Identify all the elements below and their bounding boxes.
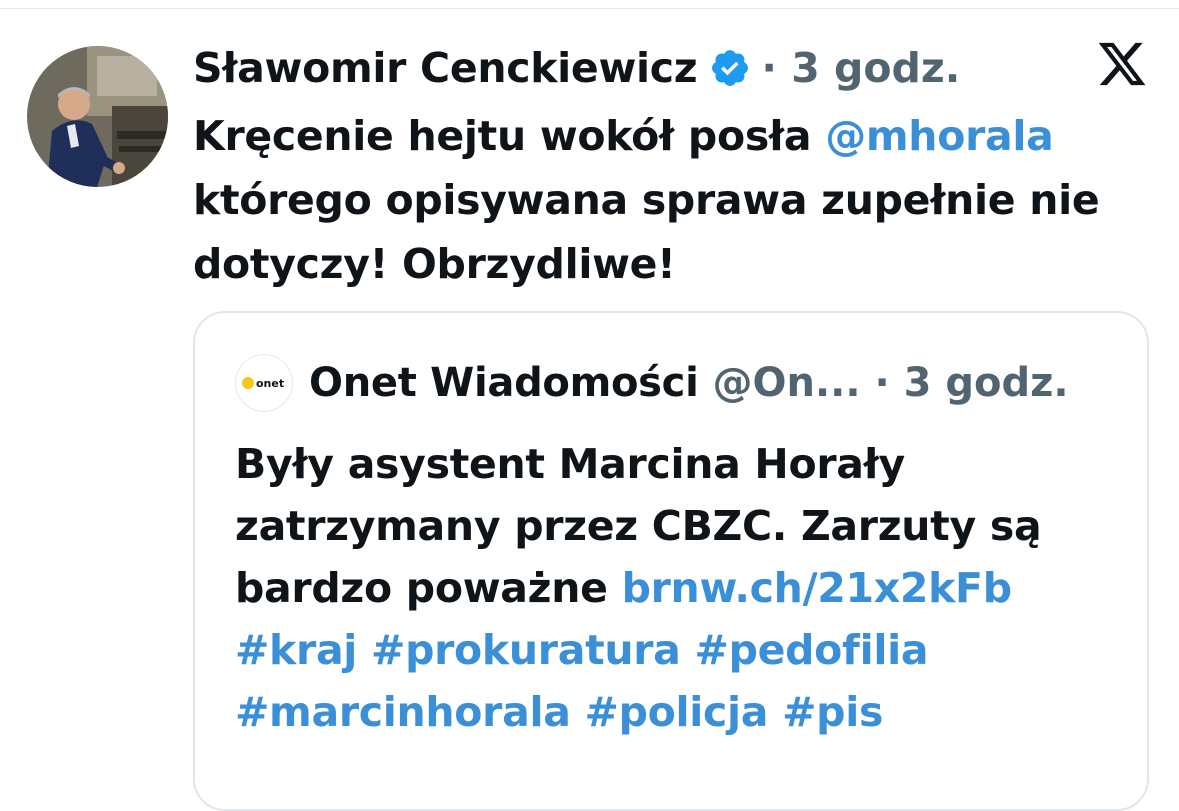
quoted-text-line-2: zatrzymany przez CBZC. Zarzuty są <box>235 502 1042 550</box>
tweet-header: Sławomir Cenckiewicz · 3 godz. <box>193 40 960 96</box>
quoted-text-prefix: bardzo poważne <box>235 564 622 612</box>
top-divider <box>0 8 1179 9</box>
quoted-author-name[interactable]: Onet Wiadomości <box>309 360 699 406</box>
hashtags-line-1[interactable]: #kraj #prokuratura #pedofilia <box>235 619 1115 681</box>
quoted-text-line-1: Były asystent Marcina Horały <box>235 440 905 488</box>
tweet-timestamp[interactable]: · 3 godz. <box>761 44 960 92</box>
hashtags-line-2[interactable]: #marcinhorala #policja #pis <box>235 681 1115 743</box>
tweet-text-line-2: którego opisywana sprawa zupełnie nie <box>193 176 1100 224</box>
author-avatar-image <box>27 46 168 187</box>
quoted-text-line-3: bardzo poważne brnw.ch/21x2kFb <box>235 557 1115 619</box>
quoted-meta[interactable]: @On... · 3 godz. <box>713 360 1069 406</box>
quoted-url-link[interactable]: brnw.ch/21x2kFb <box>622 564 1013 612</box>
onet-avatar[interactable]: onet <box>235 354 293 412</box>
quoted-tweet-card[interactable]: onet Onet Wiadomości @On... · 3 godz. By… <box>193 311 1149 811</box>
tweet-text-prefix: Kręcenie hejtu wokół posła <box>193 112 826 160</box>
tweet-text: Kręcenie hejtu wokół posła @mhorala któr… <box>193 104 1153 296</box>
onet-logo-icon: onet <box>242 377 284 390</box>
tweet-text-line-3: dotyczy! Obrzydliwe! <box>193 240 676 288</box>
author-name[interactable]: Sławomir Cenckiewicz <box>193 44 698 92</box>
x-logo-icon[interactable] <box>1096 38 1148 90</box>
tweet-text-line-1: Kręcenie hejtu wokół posła @mhorala <box>193 104 1153 168</box>
author-avatar[interactable] <box>27 46 168 187</box>
mention-link[interactable]: @mhorala <box>825 112 1054 160</box>
quoted-tweet-text: Były asystent Marcina Horały zatrzymany … <box>235 433 1115 743</box>
quoted-tweet-header: onet Onet Wiadomości @On... · 3 godz. <box>235 353 1069 413</box>
onet-logo-text: onet <box>256 377 284 390</box>
verified-badge-icon <box>697 47 751 89</box>
